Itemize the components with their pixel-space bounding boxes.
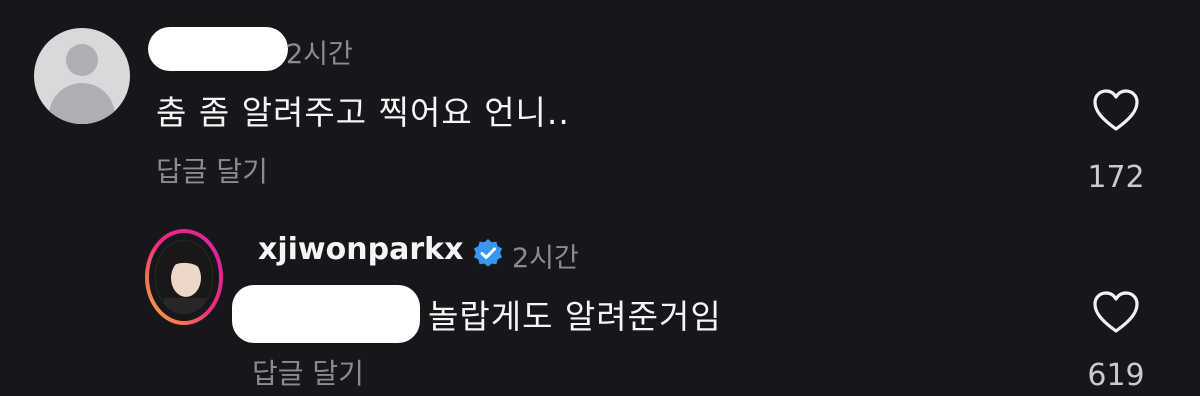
heart-outline-icon[interactable] xyxy=(1092,88,1140,132)
reply-button[interactable]: 답글 달기 xyxy=(156,150,268,190)
verified-badge-icon xyxy=(474,239,502,267)
comments-screen: 2시간 춤 좀 알려주고 찍어요 언니.. 답글 달기 172 xjiwonpa… xyxy=(0,0,1200,396)
redacted-username xyxy=(148,27,288,71)
avatar-body-shape xyxy=(49,83,115,124)
reply-button[interactable]: 답글 달기 xyxy=(252,352,364,392)
redacted-mention xyxy=(232,285,420,343)
comment-username[interactable]: xjiwonparkx xyxy=(258,232,463,267)
default-avatar-icon[interactable] xyxy=(34,28,130,124)
avatar-head-shape xyxy=(66,44,98,76)
like-count: 619 xyxy=(1087,358,1145,393)
reply-text: 놀랍게도 알려준거임 xyxy=(428,297,722,336)
comment-item: 2시간 춤 좀 알려주고 찍어요 언니.. 답글 달기 172 xyxy=(0,0,1200,210)
like-count: 172 xyxy=(1087,160,1145,195)
heart-outline-icon[interactable] xyxy=(1092,290,1140,334)
profile-photo-with-story-ring[interactable] xyxy=(144,228,224,326)
comment-timestamp: 2시간 xyxy=(286,39,353,70)
comment-text: 춤 좀 알려주고 찍어요 언니.. xyxy=(156,93,570,132)
reply-timestamp: 2시간 xyxy=(512,243,579,274)
